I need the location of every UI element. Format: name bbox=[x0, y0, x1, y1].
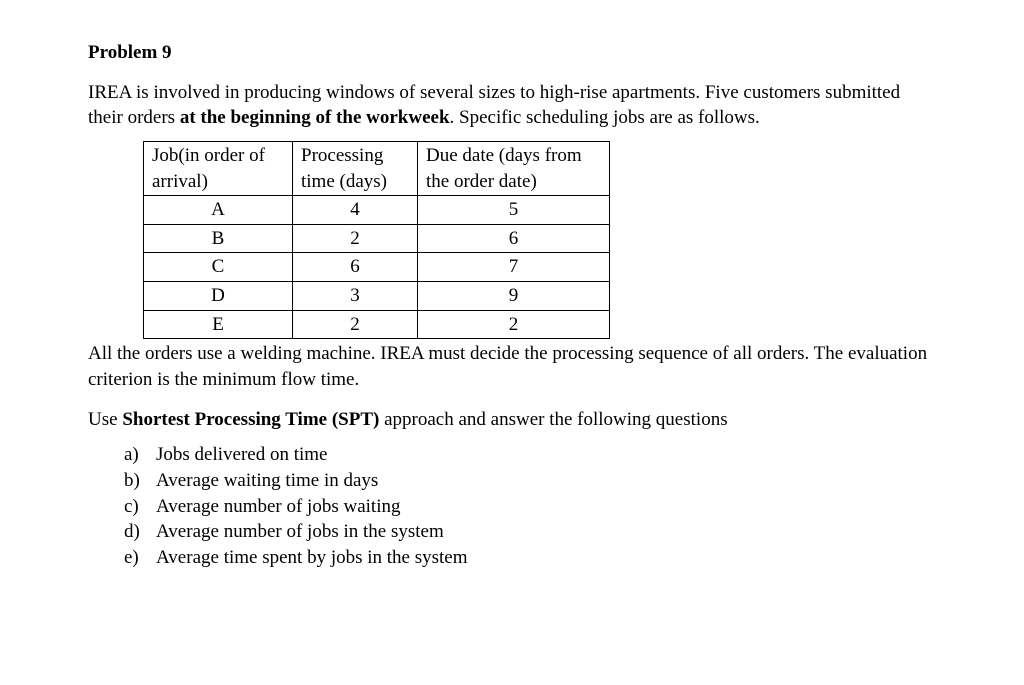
question-text: Jobs delivered on time bbox=[156, 442, 328, 468]
header-processing: Processing time (days) bbox=[293, 141, 418, 195]
question-text: Average time spent by jobs in the system bbox=[156, 545, 468, 571]
after-table-paragraph: All the orders use a welding machine. IR… bbox=[88, 341, 936, 392]
question-letter: e) bbox=[124, 545, 146, 571]
header-job-line1: Job(in order of bbox=[152, 145, 265, 166]
cell-dd: 6 bbox=[418, 224, 610, 253]
header-job-line2: arrival) bbox=[152, 171, 208, 192]
header-processing-line1: Processing bbox=[301, 145, 383, 166]
question-text: Average waiting time in days bbox=[156, 468, 378, 494]
problem-title: Problem 9 bbox=[88, 40, 936, 66]
question-list: a) Jobs delivered on time b) Average wai… bbox=[124, 442, 936, 570]
cell-dd: 2 bbox=[418, 310, 610, 339]
cell-pt: 6 bbox=[293, 253, 418, 282]
header-duedate-line1: Due date (days from bbox=[426, 145, 582, 166]
cell-pt: 4 bbox=[293, 196, 418, 225]
table-row: A 4 5 bbox=[144, 196, 610, 225]
question-letter: d) bbox=[124, 519, 146, 545]
header-duedate-line2: the order date) bbox=[426, 171, 537, 192]
table-row: C 6 7 bbox=[144, 253, 610, 282]
list-item: d) Average number of jobs in the system bbox=[124, 519, 936, 545]
header-processing-line2: time (days) bbox=[301, 171, 387, 192]
list-item: a) Jobs delivered on time bbox=[124, 442, 936, 468]
cell-job: D bbox=[144, 282, 293, 311]
intro-bold: at the beginning of the workweek bbox=[180, 107, 450, 128]
cell-pt: 3 bbox=[293, 282, 418, 311]
list-item: c) Average number of jobs waiting bbox=[124, 494, 936, 520]
cell-dd: 5 bbox=[418, 196, 610, 225]
question-letter: c) bbox=[124, 494, 146, 520]
table-row: B 2 6 bbox=[144, 224, 610, 253]
table-row: E 2 2 bbox=[144, 310, 610, 339]
cell-pt: 2 bbox=[293, 310, 418, 339]
header-job: Job(in order of arrival) bbox=[144, 141, 293, 195]
instr-pre: Use bbox=[88, 409, 122, 430]
question-text: Average number of jobs in the system bbox=[156, 519, 444, 545]
cell-pt: 2 bbox=[293, 224, 418, 253]
cell-job: C bbox=[144, 253, 293, 282]
cell-job: A bbox=[144, 196, 293, 225]
question-letter: a) bbox=[124, 442, 146, 468]
cell-job: E bbox=[144, 310, 293, 339]
cell-job: B bbox=[144, 224, 293, 253]
instruction-paragraph: Use Shortest Processing Time (SPT) appro… bbox=[88, 407, 936, 433]
intro-post: . Specific scheduling jobs are as follow… bbox=[450, 107, 760, 128]
instr-bold: Shortest Processing Time (SPT) bbox=[122, 409, 379, 430]
list-item: b) Average waiting time in days bbox=[124, 468, 936, 494]
cell-dd: 9 bbox=[418, 282, 610, 311]
table-row: D 3 9 bbox=[144, 282, 610, 311]
jobs-table: Job(in order of arrival) Processing time… bbox=[143, 141, 610, 339]
question-text: Average number of jobs waiting bbox=[156, 494, 400, 520]
list-item: e) Average time spent by jobs in the sys… bbox=[124, 545, 936, 571]
header-duedate: Due date (days from the order date) bbox=[418, 141, 610, 195]
cell-dd: 7 bbox=[418, 253, 610, 282]
instr-post: approach and answer the following questi… bbox=[379, 409, 727, 430]
intro-paragraph: IREA is involved in producing windows of… bbox=[88, 80, 936, 131]
question-letter: b) bbox=[124, 468, 146, 494]
table-header-row: Job(in order of arrival) Processing time… bbox=[144, 141, 610, 195]
